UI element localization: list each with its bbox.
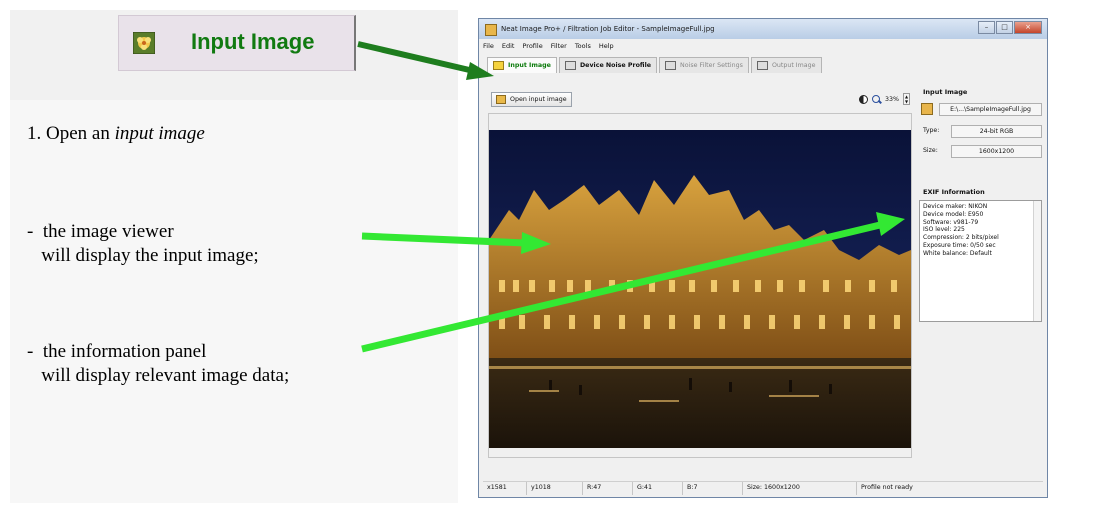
arrow-to-input-tab [357, 41, 494, 80]
arrow-overlay [357, 41, 905, 353]
arrow-to-viewer [361, 232, 551, 254]
tutorial-figure: Input Image 1. Open an input image - the… [0, 0, 1097, 511]
arrow-to-info-panel [361, 212, 905, 353]
